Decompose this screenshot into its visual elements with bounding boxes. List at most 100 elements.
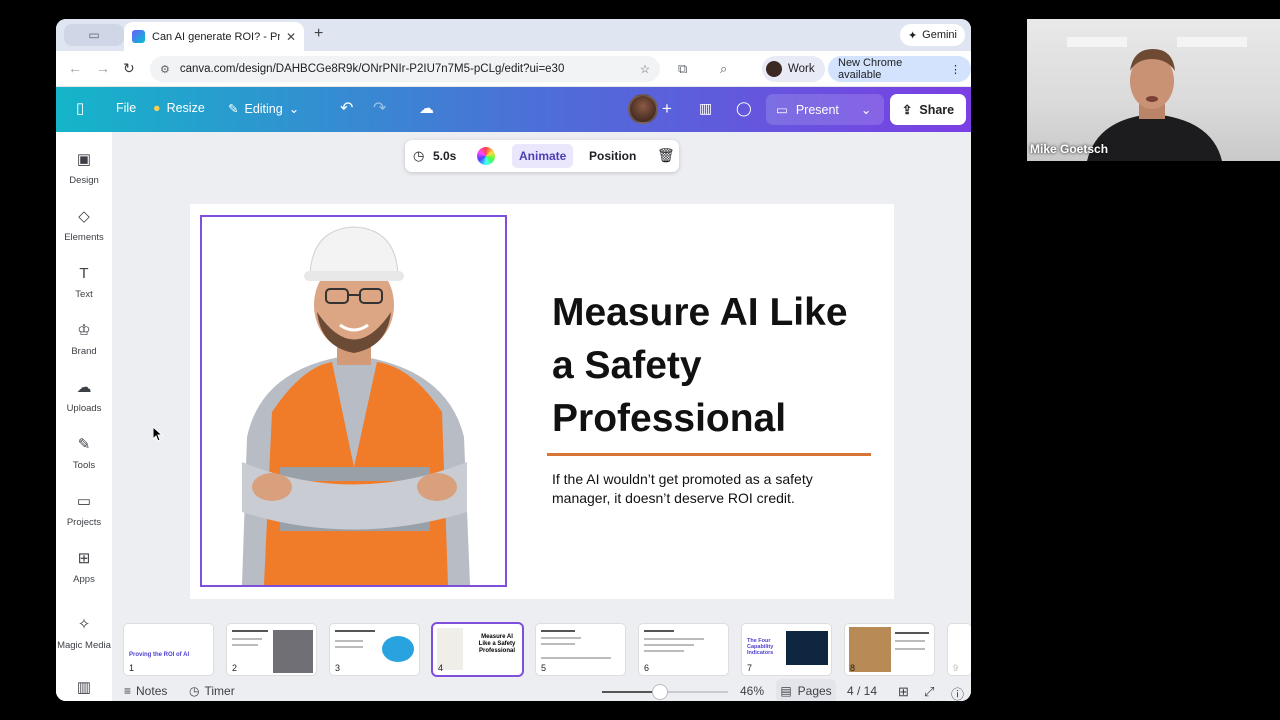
- sidebar-item-charts[interactable]: ▥: [56, 679, 112, 701]
- comment-icon[interactable]: ◯: [736, 100, 752, 117]
- page-thumbnail[interactable]: 6: [639, 624, 728, 675]
- slide-title[interactable]: Measure AI Like a Safety Professional: [552, 286, 872, 445]
- present-button[interactable]: ▭ Present ⌄: [766, 94, 884, 125]
- bookmark-star-icon[interactable]: ☆: [640, 62, 650, 76]
- animate-button[interactable]: Animate: [512, 144, 574, 168]
- page-number: 9: [953, 663, 959, 673]
- share-upload-icon: ⇪: [901, 103, 913, 117]
- duration-value[interactable]: 5.0s: [433, 149, 456, 163]
- reload-icon[interactable]: ↻: [123, 60, 135, 77]
- close-tab-icon[interactable]: ✕: [286, 30, 296, 44]
- elements-icon: ◇: [78, 208, 90, 225]
- webcam-feed: Mike Goetsch: [1027, 19, 1280, 161]
- sidebar-item-brand[interactable]: ♔ Brand: [56, 322, 112, 357]
- resize-crown-icon: ●: [153, 101, 161, 115]
- page-thumbnail[interactable]: 8: [845, 624, 934, 675]
- page-number: 8: [850, 663, 856, 673]
- present-screen-icon: ▭: [776, 103, 788, 117]
- extensions-icon[interactable]: ⧉: [678, 61, 687, 77]
- worker-photo[interactable]: [200, 215, 507, 587]
- apps-icon: ⊞: [77, 550, 91, 567]
- page-thumbnail[interactable]: 2: [227, 624, 316, 675]
- canva-favicon-icon: [132, 30, 145, 43]
- collaborator-avatar[interactable]: [628, 94, 658, 124]
- sidebar-item-apps[interactable]: ⊞ Apps: [56, 550, 112, 585]
- pages-grid-icon: ▤: [780, 684, 792, 698]
- sidebar-item-uploads[interactable]: ☁ Uploads: [56, 379, 112, 414]
- zoom-slider[interactable]: [602, 685, 728, 699]
- sidebar-item-magic-media[interactable]: ✧ Magic Media: [56, 616, 112, 651]
- timer-label: Timer: [204, 684, 235, 698]
- page-count[interactable]: 4 / 14: [847, 684, 877, 698]
- screen-search-icon[interactable]: ⌕: [720, 61, 727, 77]
- help-icon[interactable]: ⓘ: [951, 684, 964, 701]
- resize-button[interactable]: ● Resize: [153, 101, 205, 115]
- page-number: 1: [129, 663, 135, 673]
- page-thumbnail[interactable]: 3: [330, 624, 419, 675]
- magic-media-icon: ✧: [77, 616, 91, 633]
- profile-button[interactable]: Work: [762, 56, 825, 82]
- sidebar-item-design[interactable]: ▣ Design: [56, 151, 112, 186]
- back-arrow-icon[interactable]: ←: [68, 60, 82, 76]
- forward-arrow-icon[interactable]: →: [96, 60, 110, 76]
- pages-button[interactable]: ▤ Pages: [776, 679, 836, 701]
- page-thumbnail-active[interactable]: Measure AI Like a Safety Professional 4: [433, 624, 522, 675]
- cloud-saved-icon[interactable]: ☁: [419, 99, 434, 117]
- slide-subtitle[interactable]: If the AI wouldn’t get promoted as a saf…: [552, 470, 852, 508]
- slide-canvas[interactable]: Measure AI Like a Safety Professional If…: [190, 204, 894, 599]
- editing-mode-button[interactable]: ✎ Editing ⌄: [228, 101, 299, 117]
- redo-icon[interactable]: ↷: [373, 98, 386, 118]
- page-thumbnails: Proving the ROI of AI 1 2 3 Measure AI L…: [124, 624, 971, 677]
- page-thumbnail[interactable]: Proving the ROI of AI 1: [124, 624, 213, 675]
- zoom-slider-handle[interactable]: [652, 685, 667, 699]
- pages-label: Pages: [797, 684, 832, 698]
- timer-button[interactable]: ◷ Timer: [189, 684, 235, 698]
- add-collaborator-icon[interactable]: +: [662, 99, 672, 119]
- timer-clock-icon[interactable]: ◷: [413, 148, 424, 164]
- trash-icon[interactable]: 🗑: [657, 147, 675, 164]
- site-settings-icon[interactable]: ⚙: [160, 63, 170, 76]
- gemini-label: Gemini: [922, 29, 957, 41]
- sidebar-item-projects[interactable]: ▭ Projects: [56, 493, 112, 528]
- slide-divider: [547, 453, 871, 456]
- sidebar-toggle-icon[interactable]: ▯: [76, 99, 84, 117]
- profile-avatar: [766, 61, 782, 77]
- fullscreen-icon[interactable]: ⤢: [924, 684, 934, 700]
- page-thumbnail[interactable]: 9: [948, 624, 971, 675]
- position-button[interactable]: Position: [589, 149, 636, 163]
- bottom-bar: ≡ Notes ◷ Timer 46% ▤ Pages 4 / 14 ⊞ ⤢ ⓘ: [112, 679, 971, 701]
- page-thumbnail[interactable]: 5: [536, 624, 625, 675]
- page-number: 4: [438, 663, 444, 673]
- thumb-caption: The Four Capability Indicators: [747, 638, 774, 656]
- share-button[interactable]: ⇪ Share: [890, 94, 966, 125]
- sidebar-item-tools[interactable]: ✎ Tools: [56, 436, 112, 471]
- gemini-button[interactable]: ✦ Gemini: [899, 24, 965, 46]
- page-number: 5: [541, 663, 547, 673]
- tab-groups-button[interactable]: ▭: [64, 24, 124, 46]
- tab-bar: ▭ Can AI generate ROI? - Prese ✕ + ✦ Gem…: [56, 19, 971, 51]
- url-field[interactable]: ⚙ canva.com/design/DAHBCGe8R9k/ONrPNIr-P…: [150, 56, 660, 82]
- undo-icon[interactable]: ↶: [340, 98, 353, 118]
- left-sidebar: ▣ Design ◇ Elements T Text ♔ Brand ☁ Upl…: [56, 132, 112, 701]
- sidebar-item-text[interactable]: T Text: [56, 265, 112, 300]
- element-toolbar: ◷ 5.0s Animate Position 🗑: [405, 140, 679, 172]
- notes-button[interactable]: ≡ Notes: [124, 684, 167, 698]
- timer-icon: ◷: [189, 684, 200, 698]
- color-wheel-icon[interactable]: [477, 147, 495, 165]
- new-tab-button[interactable]: +: [314, 25, 323, 43]
- page-number: 2: [232, 663, 238, 673]
- uploads-icon: ☁: [76, 379, 92, 396]
- sidebar-item-label: Elements: [64, 232, 104, 243]
- present-chevron-icon[interactable]: ⌄: [861, 102, 871, 117]
- page-number: 7: [747, 663, 753, 673]
- tab-canva[interactable]: Can AI generate ROI? - Prese ✕: [124, 22, 304, 51]
- insights-chart-icon[interactable]: ▥: [699, 100, 712, 117]
- sidebar-item-label: Uploads: [66, 403, 102, 414]
- chrome-update-button[interactable]: New Chrome available ⋮: [828, 56, 971, 82]
- grid-view-icon[interactable]: ⊞: [898, 684, 909, 700]
- file-menu[interactable]: File: [116, 101, 136, 115]
- more-menu-icon: ⋮: [950, 63, 961, 76]
- zoom-percent[interactable]: 46%: [740, 684, 764, 698]
- sidebar-item-elements[interactable]: ◇ Elements: [56, 208, 112, 243]
- page-thumbnail[interactable]: The Four Capability Indicators 7: [742, 624, 831, 675]
